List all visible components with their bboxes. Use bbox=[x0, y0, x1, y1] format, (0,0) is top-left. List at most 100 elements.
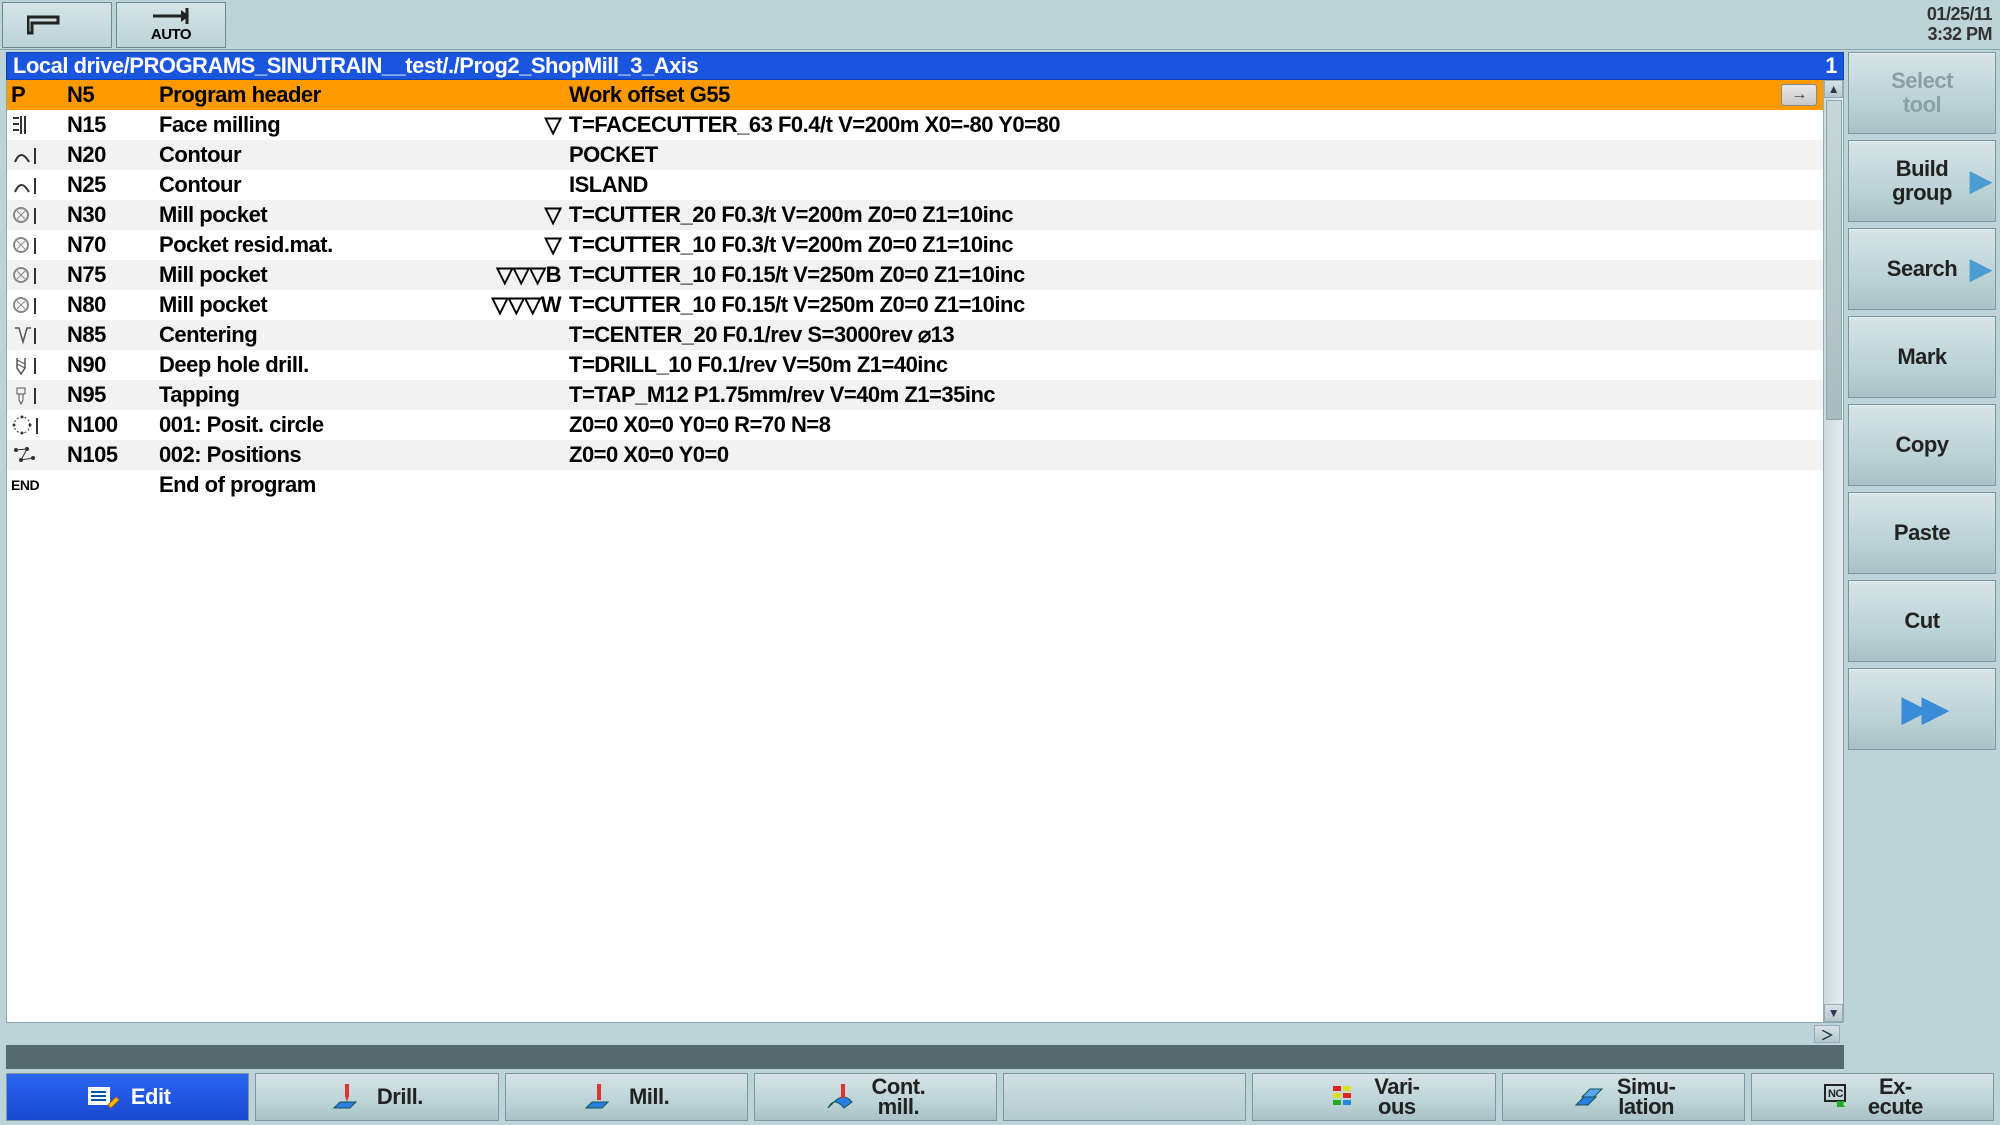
operation-name: Pocket resid.mat. bbox=[159, 232, 469, 258]
forward-icon: ▶▶ bbox=[1902, 697, 1942, 721]
horizontal-softkey-bar: Edit Drill. Mill. Cont.mill. Vari-ous Simu-la… bbox=[0, 1069, 2000, 1125]
sequence-number: N105 bbox=[67, 442, 159, 468]
hsoftkey-vari-ous[interactable]: Vari-ous bbox=[1252, 1073, 1495, 1121]
program-line[interactable]: N80Mill pocket▽▽▽WT=CUTTER_10 F0.15/t V=… bbox=[7, 290, 1823, 320]
return-icon bbox=[27, 11, 87, 39]
operation-name: Face milling bbox=[159, 112, 469, 138]
line-icon bbox=[9, 384, 67, 406]
auto-mode-button[interactable]: AUTO bbox=[116, 2, 226, 48]
program-line[interactable]: N100001: Posit. circleZ0=0 X0=0 Y0=0 R=7… bbox=[7, 410, 1823, 440]
operation-name: 002: Positions bbox=[159, 442, 469, 468]
vsoftkey-select-tool[interactable]: Selecttool bbox=[1848, 52, 1996, 134]
operation-symbol: ▽ bbox=[469, 202, 569, 228]
hsoftkey-cont-mill-[interactable]: Cont.mill. bbox=[754, 1073, 997, 1121]
program-line[interactable]: N85CenteringT=CENTER_20 F0.1/rev S=3000r… bbox=[7, 320, 1823, 350]
line-icon bbox=[9, 414, 67, 436]
vsoftkey-search[interactable]: Search ▶ bbox=[1848, 228, 1996, 310]
edit-icon bbox=[85, 1081, 121, 1113]
operation-params: Z0=0 X0=0 Y0=0 R=70 N=8 bbox=[569, 412, 1823, 438]
expand-line-button[interactable]: → bbox=[1781, 84, 1817, 106]
program-line[interactable]: N15Face milling▽T=FACECUTTER_63 F0.4/t V… bbox=[7, 110, 1823, 140]
time-text: 3:32 PM bbox=[1927, 24, 1992, 44]
mill-icon bbox=[583, 1081, 619, 1113]
hsoftkey-drill-[interactable]: Drill. bbox=[255, 1073, 498, 1121]
scroll-up-button[interactable]: ▲ bbox=[1824, 80, 1843, 98]
operation-name: End of program bbox=[159, 472, 469, 498]
operation-symbol: ▽ bbox=[469, 232, 569, 258]
softkey-label: Paste bbox=[1894, 521, 1950, 545]
sequence-number: N5 bbox=[67, 82, 159, 108]
vertical-scrollbar[interactable]: ▲ ▼ bbox=[1823, 80, 1843, 1022]
path-right-number: 1 bbox=[1825, 53, 1837, 79]
line-icon bbox=[9, 204, 67, 226]
vsoftkey-mark[interactable]: Mark bbox=[1848, 316, 1996, 398]
softkey-label: Vari-ous bbox=[1374, 1077, 1419, 1117]
softkey-label: Mill. bbox=[629, 1087, 669, 1107]
scroll-right-button[interactable]: ＞ bbox=[1814, 1025, 1840, 1043]
program-line[interactable]: N105002: PositionsZ0=0 X0=0 Y0=0 bbox=[7, 440, 1823, 470]
scrollbar-thumb[interactable] bbox=[1826, 100, 1842, 420]
operation-name: Contour bbox=[159, 172, 469, 198]
program-line[interactable]: N75Mill pocket▽▽▽BT=CUTTER_10 F0.15/t V=… bbox=[7, 260, 1823, 290]
chevron-right-icon: ▶ bbox=[1970, 257, 1991, 281]
chevron-right-icon: ▶ bbox=[1970, 169, 1991, 193]
content-wrap: Local drive/PROGRAMS_SINUTRAIN__test/./P… bbox=[0, 50, 2000, 1069]
program-area: PN5Program headerWork offset G55→N15Face… bbox=[6, 80, 1844, 1023]
hsoftkey-simu-lation[interactable]: Simu-lation bbox=[1502, 1073, 1745, 1121]
operation-symbol: ▽▽▽B bbox=[469, 262, 569, 288]
hsoftkey-edit[interactable]: Edit bbox=[6, 1073, 249, 1121]
line-icon bbox=[9, 294, 67, 316]
line-icon bbox=[9, 354, 67, 376]
path-bar: Local drive/PROGRAMS_SINUTRAIN__test/./P… bbox=[6, 52, 1844, 80]
program-line[interactable]: N30Mill pocket▽T=CUTTER_20 F0.3/t V=200m… bbox=[7, 200, 1823, 230]
scroll-down-button[interactable]: ▼ bbox=[1824, 1004, 1843, 1022]
sequence-number: N85 bbox=[67, 322, 159, 348]
vsoftkey-cut[interactable]: Cut bbox=[1848, 580, 1996, 662]
drill-icon bbox=[331, 1081, 367, 1113]
softkey-label: Copy bbox=[1896, 433, 1949, 457]
program-line[interactable]: N95TappingT=TAP_M12 P1.75mm/rev V=40m Z1… bbox=[7, 380, 1823, 410]
sequence-number: N95 bbox=[67, 382, 159, 408]
operation-name: 001: Posit. circle bbox=[159, 412, 469, 438]
datetime: 01/25/11 3:32 PM bbox=[1927, 4, 1992, 44]
operation-params: T=CUTTER_10 F0.15/t V=250m Z0=0 Z1=10inc bbox=[569, 292, 1823, 318]
vsoftkey-forward[interactable]: ▶▶ bbox=[1848, 668, 1996, 750]
line-icon bbox=[9, 234, 67, 256]
program-list[interactable]: PN5Program headerWork offset G55→N15Face… bbox=[7, 80, 1823, 1022]
machine-mode-icon[interactable] bbox=[2, 2, 112, 48]
hsoftkey-ex-ecute[interactable]: NCEx-ecute bbox=[1751, 1073, 1994, 1121]
operation-params: T=CUTTER_10 F0.15/t V=250m Z0=0 Z1=10inc bbox=[569, 262, 1823, 288]
svg-text:NC: NC bbox=[1828, 1088, 1843, 1100]
operation-name: Contour bbox=[159, 142, 469, 168]
softkey-label: Drill. bbox=[377, 1087, 423, 1107]
program-line[interactable]: PN5Program headerWork offset G55→ bbox=[7, 80, 1823, 110]
operation-name: Mill pocket bbox=[159, 262, 469, 288]
line-icon bbox=[9, 174, 67, 196]
contmill-icon bbox=[826, 1081, 862, 1113]
vsoftkey-copy[interactable]: Copy bbox=[1848, 404, 1996, 486]
program-path: Local drive/PROGRAMS_SINUTRAIN__test/./P… bbox=[13, 53, 698, 79]
program-line[interactable]: N20ContourPOCKET bbox=[7, 140, 1823, 170]
operation-params: POCKET bbox=[569, 142, 1823, 168]
vsoftkey-build-group[interactable]: Buildgroup▶ bbox=[1848, 140, 1996, 222]
operation-symbol: ▽▽▽W bbox=[469, 292, 569, 318]
operation-name: Mill pocket bbox=[159, 292, 469, 318]
main-column: Local drive/PROGRAMS_SINUTRAIN__test/./P… bbox=[6, 52, 1844, 1069]
program-line[interactable]: N90Deep hole drill.T=DRILL_10 F0.1/rev V… bbox=[7, 350, 1823, 380]
sequence-number: N90 bbox=[67, 352, 159, 378]
auto-arrow-icon bbox=[151, 6, 191, 26]
sequence-number: N15 bbox=[67, 112, 159, 138]
softkey-label: Search bbox=[1887, 257, 1957, 281]
various-icon bbox=[1328, 1081, 1364, 1113]
program-line[interactable]: N70Pocket resid.mat.▽T=CUTTER_10 F0.3/t … bbox=[7, 230, 1823, 260]
operation-params: Work offset G55 bbox=[569, 82, 1781, 108]
vsoftkey-paste[interactable]: Paste bbox=[1848, 492, 1996, 574]
line-icon: END bbox=[9, 477, 67, 493]
date-text: 01/25/11 bbox=[1927, 4, 1992, 24]
line-icon bbox=[9, 144, 67, 166]
hsoftkey-mill-[interactable]: Mill. bbox=[505, 1073, 748, 1121]
program-line[interactable]: END End of program bbox=[7, 470, 1823, 500]
top-bar: AUTO 01/25/11 3:32 PM bbox=[0, 0, 2000, 50]
operation-symbol: ▽ bbox=[469, 112, 569, 138]
program-line[interactable]: N25ContourISLAND bbox=[7, 170, 1823, 200]
